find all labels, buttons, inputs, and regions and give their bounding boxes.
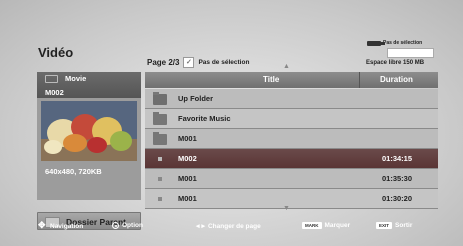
preview-panel: Movie M002 640x480, 720KB [37,72,141,200]
file-list: Title Duration Up Folder Favorite Music … [145,72,438,230]
navigation-label: Navigation [50,223,84,230]
item-name: M001 [178,174,197,183]
page-number: Page 2/3 [147,58,180,67]
mark-key-icon: MARK [302,222,322,229]
preview-name: M002 [45,88,64,97]
preview-header: Movie M002 [37,72,141,98]
change-page-hint: ◂ ▸ Changer de page [196,222,261,231]
item-duration: 01:30:20 [382,194,413,203]
page-title: Vidéo [38,45,74,60]
usb-icon [367,40,385,46]
folder-icon [153,112,167,125]
change-page-label: Changer de page [207,222,261,230]
scroll-down-icon[interactable]: ▼ [283,205,290,212]
navigation-icon [38,220,47,231]
up-folder-icon [153,92,167,105]
folder-icon [153,132,167,145]
page-change-icon: ◂ ▸ [196,223,205,230]
movie-icon [45,75,58,83]
mark-label: Marquer [324,222,351,229]
item-name: Up Folder [178,94,213,103]
list-item[interactable]: Favorite Music [145,109,438,129]
list-item[interactable]: M001 01:30:20 [145,189,438,209]
exit-label: Sortir [395,222,413,229]
list-item-selected[interactable]: M002 01:34:15 [145,149,438,169]
navigation-hint: Navigation [38,220,84,231]
column-separator [359,72,360,88]
media-browser-screen: Vidéo Page 2/3 ✓ Pas de sélection Pas de… [0,0,463,246]
list-item[interactable]: M001 01:35:30 [145,169,438,189]
item-name: M001 [178,134,197,143]
preview-resolution: 640x480, 720KB [45,167,102,176]
exit-hint: EXIT Sortir [376,222,412,229]
option-hint: Option [112,222,143,229]
video-file-icon [158,177,162,181]
mark-hint: MARK Marquer [302,222,350,229]
item-name: M002 [178,154,197,163]
preview-thumbnail [41,101,137,161]
item-name: Favorite Music [178,114,231,123]
video-file-icon [158,157,162,161]
exit-key-icon: EXIT [376,222,393,229]
list-item[interactable]: Up Folder [145,89,438,109]
option-label: Option [122,222,143,229]
column-duration: Duration [380,75,413,84]
free-space-label: Espace libre 150 MB [366,60,425,66]
list-item[interactable]: M001 [145,129,438,149]
storage-bar [387,48,434,58]
video-file-icon [158,197,162,201]
item-duration: 01:34:15 [382,154,413,163]
scroll-up-icon[interactable]: ▲ [283,63,290,70]
item-name: M001 [178,194,197,203]
selection-status: Pas de sélection [198,59,250,66]
device-selection-label: Pas de sélection [383,40,423,46]
item-duration: 01:35:30 [382,174,413,183]
option-icon [112,222,119,229]
column-title: Title [263,75,280,84]
page-indicator: Page 2/3 ✓ Pas de sélection [147,57,249,68]
select-checkbox-icon[interactable]: ✓ [183,57,195,68]
preview-type: Movie [65,74,87,83]
list-header: Title Duration [145,72,438,88]
key-guide-bar: Navigation Option ◂ ▸ Changer de page MA… [28,220,448,236]
